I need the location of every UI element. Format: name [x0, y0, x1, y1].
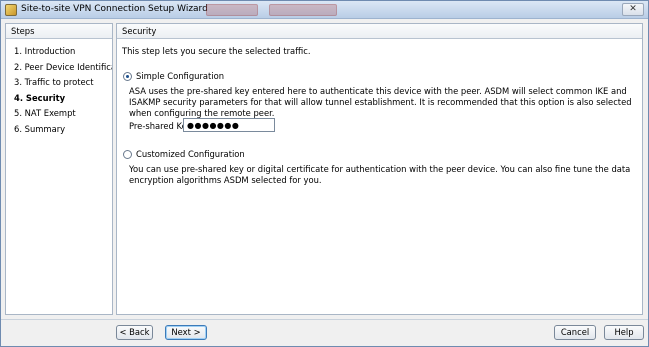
pre-shared-key-input[interactable]: ●●●●●●●: [183, 118, 275, 132]
simple-configuration-radio[interactable]: [123, 71, 132, 81]
background-window-tab: [206, 4, 258, 16]
customized-configuration-description: You can use pre-shared key or digital ce…: [129, 164, 631, 185]
simple-configuration-description: ASA uses the pre-shared key entered here…: [129, 86, 632, 118]
intro-text: This step lets you secure the selected t…: [122, 46, 311, 56]
content-header: Security: [117, 24, 642, 39]
wizard-window: Site-to-site VPN Connection Setup Wizard…: [0, 0, 649, 347]
steps-list: 1. Introduction 2. Peer Device Identific…: [6, 39, 112, 137]
step-introduction: 1. Introduction: [14, 46, 76, 56]
window-title: Site-to-site VPN Connection Setup Wizard: [21, 4, 208, 14]
customized-configuration-option[interactable]: Customized Configuration: [123, 149, 245, 159]
content-panel: Security This step lets you secure the s…: [116, 23, 643, 315]
simple-configuration-option[interactable]: Simple Configuration: [123, 71, 224, 81]
app-icon: [5, 4, 17, 16]
step-nat-exempt: 5. NAT Exempt: [14, 108, 76, 118]
footer-divider: [1, 319, 648, 320]
steps-panel: Steps 1. Introduction 2. Peer Device Ide…: [5, 23, 113, 315]
title-bar[interactable]: Site-to-site VPN Connection Setup Wizard…: [1, 1, 648, 19]
cancel-button[interactable]: Cancel: [554, 325, 596, 340]
help-button[interactable]: Help: [604, 325, 644, 340]
customized-configuration-label: Customized Configuration: [136, 149, 245, 159]
steps-header: Steps: [6, 24, 112, 39]
customized-configuration-radio[interactable]: [123, 149, 132, 159]
simple-configuration-label: Simple Configuration: [136, 71, 225, 81]
step-traffic-to-protect: 3. Traffic to protect: [14, 77, 94, 87]
background-window-tab: [269, 4, 337, 16]
next-button[interactable]: Next >: [165, 325, 207, 340]
close-button[interactable]: ✕: [622, 3, 644, 16]
back-button[interactable]: < Back: [116, 325, 153, 340]
step-security: 4. Security: [14, 92, 66, 103]
step-summary: 6. Summary: [14, 123, 66, 134]
step-peer-device-identification: 2. Peer Device Identificatio: [14, 61, 112, 72]
